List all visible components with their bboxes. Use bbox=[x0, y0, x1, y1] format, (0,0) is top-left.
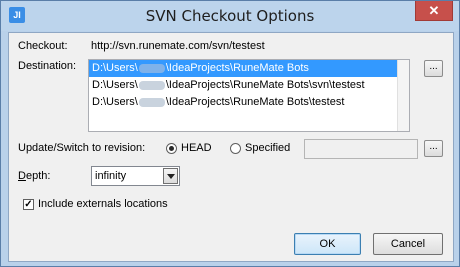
depth-label-text: epth: bbox=[25, 170, 51, 182]
revision-browse-button[interactable]: ... bbox=[424, 140, 443, 157]
redacted-username bbox=[138, 63, 165, 73]
close-icon: ✕ bbox=[428, 3, 440, 18]
destination-item[interactable]: D:\Users\ \IdeaProjects\RuneMate Bots\svn… bbox=[89, 77, 409, 94]
path-prefix: D:\Users\ bbox=[92, 96, 138, 108]
revision-input[interactable] bbox=[304, 139, 418, 159]
specified-radio-label[interactable]: Specified bbox=[245, 142, 290, 154]
depth-select[interactable]: infinity bbox=[91, 166, 180, 186]
path-suffix: \IdeaProjects\RuneMate Bots\svn\testest bbox=[165, 79, 365, 91]
cancel-button[interactable]: Cancel bbox=[373, 233, 443, 255]
destination-item[interactable]: D:\Users\ \IdeaProjects\RuneMate Bots\tes… bbox=[89, 94, 409, 111]
depth-mnemonic: D bbox=[18, 170, 26, 182]
title-bar[interactable]: JI SVN Checkout Options ✕ bbox=[1, 1, 459, 31]
dialog-title: SVN Checkout Options bbox=[145, 7, 315, 25]
redacted-username bbox=[138, 97, 165, 107]
dialog-window: JI SVN Checkout Options ✕ Checkout: http… bbox=[0, 0, 460, 267]
vertical-scrollbar[interactable] bbox=[397, 60, 409, 131]
head-radio[interactable] bbox=[166, 143, 177, 154]
depth-select-value: infinity bbox=[95, 170, 127, 182]
depth-label: Depth: bbox=[18, 170, 50, 182]
radio-selected-dot bbox=[169, 146, 174, 151]
path-prefix: D:\Users\ bbox=[92, 62, 138, 74]
path-suffix: \IdeaProjects\RuneMate Bots bbox=[165, 62, 309, 74]
destination-item[interactable]: D:\Users\ \IdeaProjects\RuneMate Bots bbox=[89, 60, 409, 77]
close-button[interactable]: ✕ bbox=[415, 1, 453, 21]
head-radio-label[interactable]: HEAD bbox=[181, 142, 212, 154]
redacted-username bbox=[138, 80, 165, 90]
path-prefix: D:\Users\ bbox=[92, 79, 138, 91]
path-suffix: \IdeaProjects\RuneMate Bots\testest bbox=[165, 96, 345, 108]
destination-label: Destination: bbox=[18, 60, 77, 72]
specified-radio[interactable] bbox=[230, 143, 241, 154]
checkout-label: Checkout: bbox=[18, 40, 68, 52]
destination-list[interactable]: D:\Users\ \IdeaProjects\RuneMate Bots D:\… bbox=[88, 59, 410, 132]
revision-label: Update/Switch to revision: bbox=[18, 142, 146, 154]
ok-button[interactable]: OK bbox=[294, 233, 361, 255]
chevron-down-icon[interactable] bbox=[163, 168, 178, 184]
dialog-body: Checkout: http://svn.runemate.com/svn/te… bbox=[8, 32, 454, 262]
include-externals-checkbox[interactable]: ✓ bbox=[23, 199, 34, 210]
destination-browse-button[interactable]: ... bbox=[424, 60, 443, 77]
include-externals-label[interactable]: Include externals locations bbox=[38, 198, 168, 210]
checkout-url: http://svn.runemate.com/svn/testest bbox=[91, 40, 265, 52]
